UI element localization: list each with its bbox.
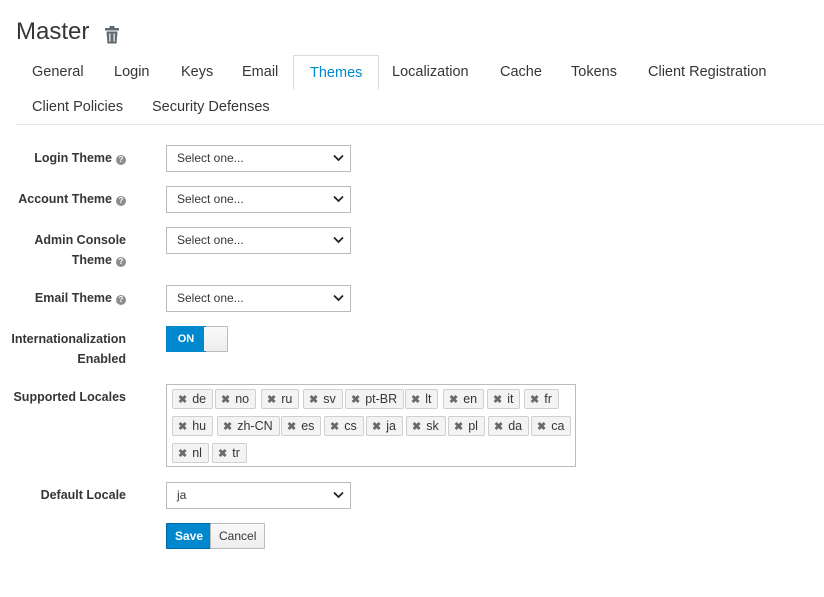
chevron-down-icon [333, 491, 344, 499]
locale-chip: ✖ fr [524, 389, 559, 409]
chevron-down-icon [333, 236, 344, 244]
login-theme-label: Login Theme? [34, 148, 126, 168]
tab-client-policies[interactable]: Client Policies [16, 90, 139, 125]
locale-chip: ✖ tr [212, 443, 247, 463]
internationalization-label: Internationalization Enabled [11, 332, 126, 366]
admin-console-theme-select[interactable]: Select one... [166, 227, 351, 254]
locale-chip: ✖ es [281, 416, 322, 436]
locale-chip: ✖ nl [172, 443, 209, 463]
realm-name: Master [16, 18, 90, 45]
tab-client-registration[interactable]: Client Registration [632, 55, 782, 90]
tab-themes[interactable]: Themes [293, 55, 380, 91]
remove-icon[interactable]: ✖ [287, 418, 296, 436]
help-icon[interactable]: ? [116, 196, 126, 206]
email-theme-select[interactable]: Select one... [166, 285, 351, 312]
tab-keys[interactable]: Keys [165, 55, 229, 90]
admin-console-theme-label: Admin Console Theme? [34, 233, 126, 267]
locale-chip: ✖ pl [448, 416, 485, 436]
tab-login[interactable]: Login [98, 55, 165, 90]
toggle-on-label: ON [166, 326, 206, 352]
default-locale-label: Default Locale [40, 488, 126, 502]
remove-icon[interactable]: ✖ [412, 418, 421, 436]
cancel-button[interactable]: Cancel [210, 523, 266, 549]
locale-chip: ✖ lt [405, 389, 439, 409]
locale-chip: ✖ de [172, 389, 214, 409]
remove-icon[interactable]: ✖ [449, 391, 458, 409]
chevron-down-icon [333, 195, 344, 203]
locale-chip: ✖ cs [324, 416, 364, 436]
realm-tabs: General Login Keys Email Themes Localiza… [16, 55, 824, 125]
remove-icon[interactable]: ✖ [372, 418, 381, 436]
tab-security-defenses[interactable]: Security Defenses [136, 90, 286, 125]
toggle-knob [204, 327, 227, 351]
tab-cache[interactable]: Cache [484, 55, 558, 90]
locale-chip: ✖ zh-CN [217, 416, 280, 436]
remove-icon[interactable]: ✖ [537, 418, 546, 436]
page-title: Master [16, 18, 120, 46]
locale-chip: ✖ da [488, 416, 530, 436]
account-theme-select[interactable]: Select one... [166, 186, 351, 213]
remove-icon[interactable]: ✖ [351, 391, 360, 409]
remove-icon[interactable]: ✖ [218, 445, 227, 463]
remove-icon[interactable]: ✖ [309, 391, 318, 409]
remove-icon[interactable]: ✖ [221, 391, 230, 409]
tab-localization[interactable]: Localization [376, 55, 485, 90]
save-button[interactable]: Save [166, 523, 213, 549]
tab-tokens[interactable]: Tokens [555, 55, 633, 90]
locale-chip: ✖ ja [366, 416, 403, 436]
email-theme-label: Email Theme? [35, 288, 126, 308]
locale-chip: ✖ sk [406, 416, 446, 436]
remove-icon[interactable]: ✖ [178, 445, 187, 463]
tab-email[interactable]: Email [226, 55, 294, 90]
account-theme-label: Account Theme? [18, 189, 126, 209]
locale-chip: ✖ hu [172, 416, 214, 436]
tab-general[interactable]: General [16, 55, 100, 90]
remove-icon[interactable]: ✖ [494, 418, 503, 436]
remove-icon[interactable]: ✖ [493, 391, 502, 409]
supported-locales-label: Supported Locales [13, 390, 126, 404]
remove-icon[interactable]: ✖ [454, 418, 463, 436]
remove-icon[interactable]: ✖ [530, 391, 539, 409]
chevron-down-icon [333, 154, 344, 162]
locale-chip: ✖ en [443, 389, 485, 409]
default-locale-select[interactable]: ja [166, 482, 351, 509]
locale-chip: ✖ ru [261, 389, 300, 409]
supported-locales-input[interactable]: ✖ de ✖ no ✖ ru ✖ sv ✖ pt-BR ✖ lt ✖ en ✖ it ✖ fr ✖… [166, 384, 576, 467]
remove-icon[interactable]: ✖ [178, 418, 187, 436]
chevron-down-icon [333, 294, 344, 302]
remove-icon[interactable]: ✖ [267, 391, 276, 409]
trash-icon[interactable] [105, 23, 120, 44]
locale-chip: ✖ it [487, 389, 521, 409]
internationalization-toggle[interactable]: ON [166, 326, 228, 352]
locale-chip: ✖ no [215, 389, 257, 409]
help-icon[interactable]: ? [116, 155, 126, 165]
remove-icon[interactable]: ✖ [411, 391, 420, 409]
locale-chip: ✖ pt-BR [345, 389, 405, 409]
login-theme-select[interactable]: Select one... [166, 145, 351, 172]
remove-icon[interactable]: ✖ [178, 391, 187, 409]
remove-icon[interactable]: ✖ [223, 418, 232, 436]
help-icon[interactable]: ? [116, 257, 126, 267]
locale-chip: ✖ sv [303, 389, 343, 409]
locale-chip: ✖ ca [531, 416, 572, 436]
help-icon[interactable]: ? [116, 295, 126, 305]
remove-icon[interactable]: ✖ [330, 418, 339, 436]
